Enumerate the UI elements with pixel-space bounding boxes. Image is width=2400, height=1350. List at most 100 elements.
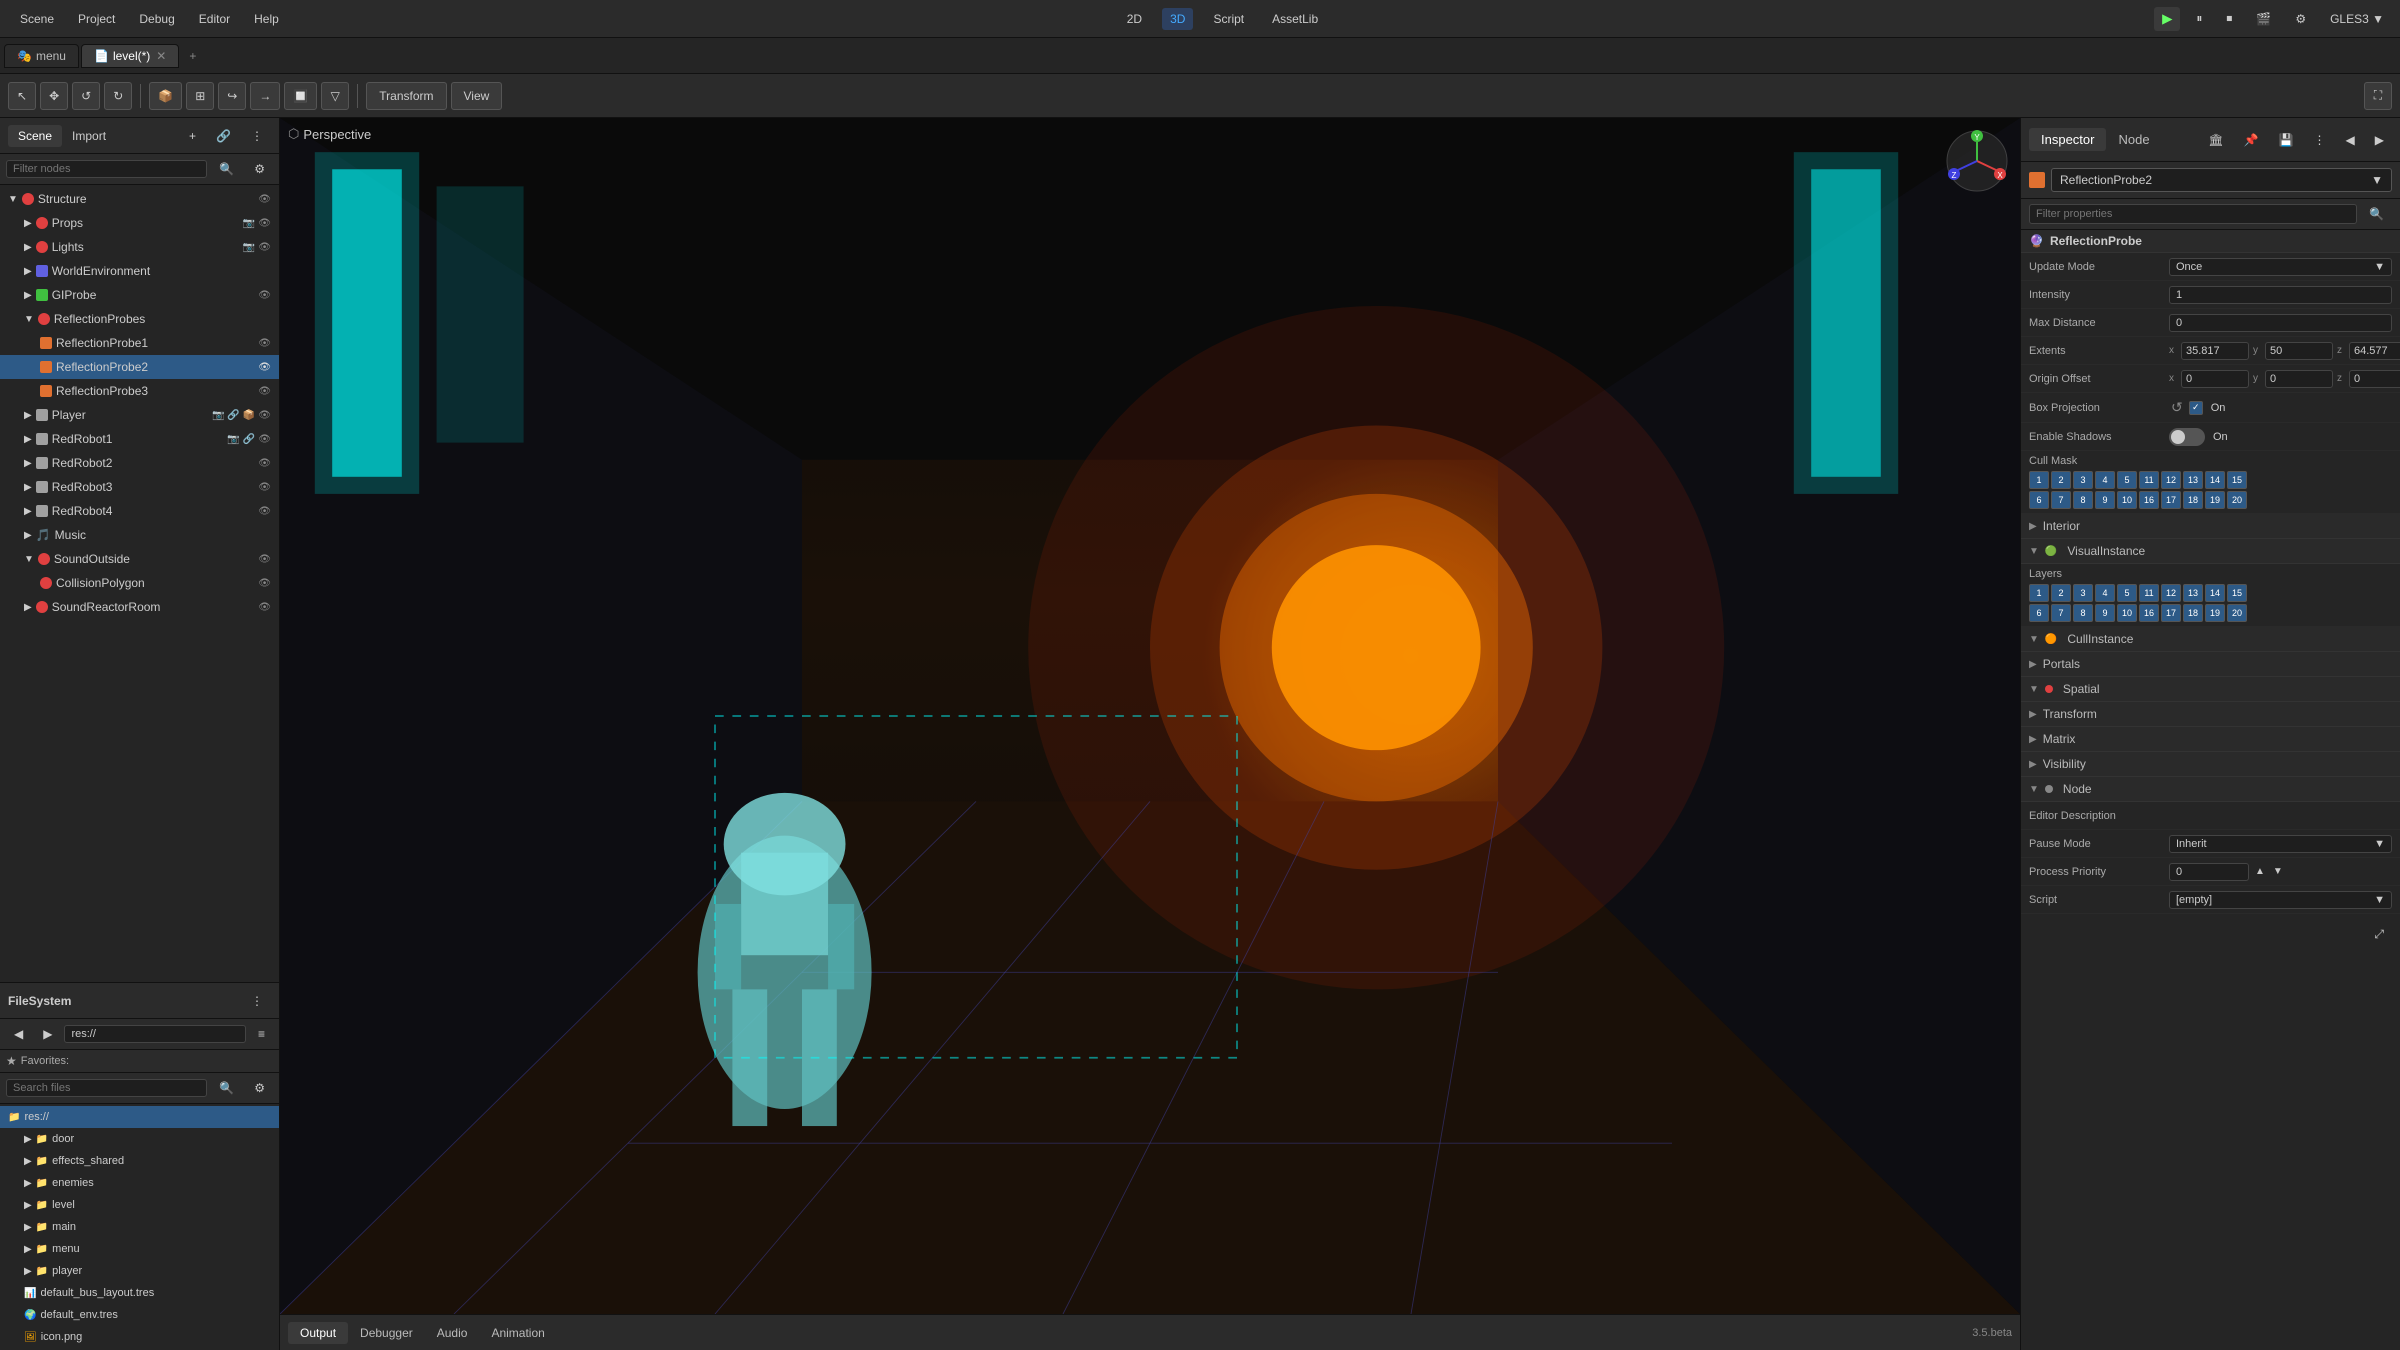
tree-item-soundoutside[interactable]: ▼ SoundOutside 👁 bbox=[0, 547, 279, 571]
layer-cell-11[interactable]: 11 bbox=[2139, 584, 2159, 602]
menu-help[interactable]: Help bbox=[242, 8, 291, 30]
fs-item-bus-layout[interactable]: 📊 default_bus_layout.tres bbox=[0, 1282, 279, 1304]
extents-y-input[interactable] bbox=[2265, 342, 2333, 360]
inspector-next-button[interactable]: ▶ bbox=[2367, 129, 2392, 151]
view-button[interactable]: View bbox=[451, 82, 503, 110]
cull-cell-1[interactable]: 1 bbox=[2029, 471, 2049, 489]
section-visibility[interactable]: ▶ Visibility bbox=[2021, 752, 2400, 777]
tree-item-reflprobes[interactable]: ▼ ReflectionProbes bbox=[0, 307, 279, 331]
rp1-eye-icon[interactable]: 👁 bbox=[258, 338, 271, 349]
soundreactor-eye-icon[interactable]: 👁 bbox=[258, 602, 271, 613]
bottom-tab-audio[interactable]: Audio bbox=[425, 1322, 480, 1344]
renderer-select[interactable]: GLES3 ▼ bbox=[2322, 8, 2392, 30]
layer-cell-15[interactable]: 15 bbox=[2227, 584, 2247, 602]
layer-cell-10[interactable]: 10 bbox=[2117, 604, 2137, 622]
tree-item-reflprobe1[interactable]: ReflectionProbe1 👁 bbox=[0, 331, 279, 355]
cull-cell-12[interactable]: 12 bbox=[2161, 471, 2181, 489]
script-dropdown[interactable]: [empty] ▼ bbox=[2169, 891, 2392, 909]
layer-cell-19[interactable]: 19 bbox=[2205, 604, 2225, 622]
layer-cell-18[interactable]: 18 bbox=[2183, 604, 2203, 622]
cull-cell-7[interactable]: 7 bbox=[2051, 491, 2071, 509]
tab-scene[interactable]: Scene bbox=[8, 125, 62, 147]
fs-search-button[interactable]: 🔍 bbox=[211, 1077, 242, 1099]
layer-cell-2[interactable]: 2 bbox=[2051, 584, 2071, 602]
menu-scene[interactable]: Scene bbox=[8, 8, 66, 30]
fs-item-icon[interactable]: 🖼 icon.png bbox=[0, 1326, 279, 1348]
fs-search-options[interactable]: ⚙ bbox=[246, 1077, 273, 1099]
props-eye-icon[interactable]: 👁 bbox=[258, 218, 271, 229]
origin-x-input[interactable] bbox=[2181, 370, 2249, 388]
fs-search-input[interactable] bbox=[6, 1079, 207, 1097]
tree-item-reflprobe2[interactable]: ReflectionProbe2 👁 bbox=[0, 355, 279, 379]
cull-cell-20[interactable]: 20 bbox=[2227, 491, 2247, 509]
fs-item-default-env[interactable]: 🌍 default_env.tres bbox=[0, 1304, 279, 1326]
layer-cell-13[interactable]: 13 bbox=[2183, 584, 2203, 602]
fs-item-enemies[interactable]: ▶ 📁 enemies bbox=[0, 1172, 279, 1194]
inspector-tab-node[interactable]: Node bbox=[2106, 128, 2161, 151]
filesystem-options-button[interactable]: ⋮ bbox=[243, 990, 271, 1012]
tool-more[interactable]: ▽ bbox=[321, 82, 349, 110]
settings-button[interactable]: ⚙ bbox=[2287, 8, 2314, 30]
rp3-eye-icon[interactable]: 👁 bbox=[258, 386, 271, 397]
cull-cell-8[interactable]: 8 bbox=[2073, 491, 2093, 509]
process-priority-down[interactable]: ▼ bbox=[2271, 866, 2285, 877]
process-priority-up[interactable]: ▲ bbox=[2253, 866, 2267, 877]
tree-item-redrobot2[interactable]: ▶ RedRobot2 👁 bbox=[0, 451, 279, 475]
layer-cell-1[interactable]: 1 bbox=[2029, 584, 2049, 602]
tab-menu[interactable]: 🎭 menu bbox=[4, 44, 79, 68]
cull-cell-4[interactable]: 4 bbox=[2095, 471, 2115, 489]
tab-add-button[interactable]: + bbox=[181, 45, 204, 67]
tool-box[interactable]: 📦 bbox=[149, 82, 182, 110]
navigation-gizmo[interactable]: Y X Z bbox=[1942, 126, 2012, 196]
section-interior[interactable]: ▶ Interior bbox=[2021, 514, 2400, 539]
layer-cell-16[interactable]: 16 bbox=[2139, 604, 2159, 622]
tree-item-structure[interactable]: ▼ Structure 👁 bbox=[0, 187, 279, 211]
mode-2d-button[interactable]: 2D bbox=[1119, 8, 1150, 30]
layer-cell-3[interactable]: 3 bbox=[2073, 584, 2093, 602]
lights-eye-icon[interactable]: 👁 bbox=[258, 242, 271, 253]
origin-y-input[interactable] bbox=[2265, 370, 2333, 388]
inspector-more-button[interactable]: ⋮ bbox=[2306, 129, 2334, 151]
bottom-tab-debugger[interactable]: Debugger bbox=[348, 1322, 425, 1344]
extents-x-input[interactable] bbox=[2181, 342, 2249, 360]
fs-item-level[interactable]: ▶ 📁 level bbox=[0, 1194, 279, 1216]
mode-3d-button[interactable]: 3D bbox=[1162, 8, 1193, 30]
fs-item-menu[interactable]: ▶ 📁 menu bbox=[0, 1238, 279, 1260]
fs-item-main[interactable]: ▶ 📁 main bbox=[0, 1216, 279, 1238]
layer-cell-20[interactable]: 20 bbox=[2227, 604, 2247, 622]
cull-cell-14[interactable]: 14 bbox=[2205, 471, 2225, 489]
inspector-filter-input[interactable] bbox=[2029, 204, 2357, 224]
tree-item-redrobot3[interactable]: ▶ RedRobot3 👁 bbox=[0, 475, 279, 499]
fs-item-res[interactable]: 📁 res:// bbox=[0, 1106, 279, 1128]
inspector-filter-search[interactable]: 🔍 bbox=[2361, 203, 2392, 225]
cull-cell-3[interactable]: 3 bbox=[2073, 471, 2093, 489]
rr1-eye-icon[interactable]: 👁 bbox=[258, 434, 271, 445]
cull-cell-9[interactable]: 9 bbox=[2095, 491, 2115, 509]
layer-cell-8[interactable]: 8 bbox=[2073, 604, 2093, 622]
tab-level-close[interactable]: ✕ bbox=[156, 49, 166, 63]
box-projection-checkbox[interactable]: ✓ bbox=[2189, 401, 2203, 415]
tree-item-collisionpolygon[interactable]: CollisionPolygon 👁 bbox=[0, 571, 279, 595]
cull-cell-2[interactable]: 2 bbox=[2051, 471, 2071, 489]
tree-item-redrobot1[interactable]: ▶ RedRobot1 📷 🔗 👁 bbox=[0, 427, 279, 451]
node-dropdown[interactable]: ReflectionProbe2 ▼ bbox=[2051, 168, 2392, 192]
menu-editor[interactable]: Editor bbox=[187, 8, 242, 30]
inspector-prev-button[interactable]: ◀ bbox=[2338, 129, 2363, 151]
cull-cell-17[interactable]: 17 bbox=[2161, 491, 2181, 509]
origin-z-input[interactable] bbox=[2349, 370, 2400, 388]
inspector-save-button[interactable]: 💾 bbox=[2271, 129, 2302, 151]
structure-eye-icon[interactable]: 👁 bbox=[258, 194, 271, 205]
cull-cell-6[interactable]: 6 bbox=[2029, 491, 2049, 509]
section-node[interactable]: ▼ Node bbox=[2021, 777, 2400, 802]
link-node-button[interactable]: 🔗 bbox=[208, 125, 239, 147]
tree-item-music[interactable]: ▶ 🎵 Music bbox=[0, 523, 279, 547]
menu-project[interactable]: Project bbox=[66, 8, 127, 30]
layer-cell-17[interactable]: 17 bbox=[2161, 604, 2181, 622]
scene-search-input[interactable] bbox=[6, 160, 207, 178]
tool-select[interactable]: ↖ bbox=[8, 82, 36, 110]
fs-layout-button[interactable]: ≡ bbox=[250, 1023, 273, 1045]
layer-cell-5[interactable]: 5 bbox=[2117, 584, 2137, 602]
tool-snap[interactable]: ↪ bbox=[218, 82, 246, 110]
soundoutside-eye-icon[interactable]: 👁 bbox=[258, 554, 271, 565]
inspector-bookmark-button[interactable]: 📌 bbox=[2236, 129, 2267, 151]
